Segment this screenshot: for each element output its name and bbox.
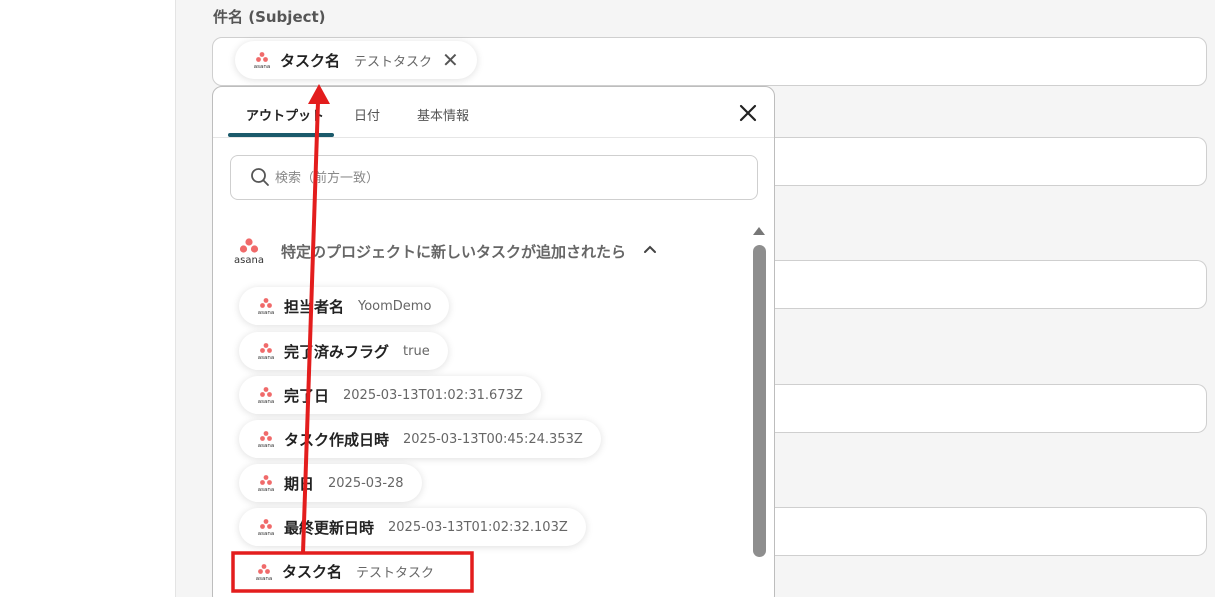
search-input[interactable] (275, 166, 735, 190)
output-item-chip[interactable]: asana 完了日 2025-03-13T01:02:31.673Z (239, 376, 541, 414)
search-icon (251, 168, 269, 186)
subject-field-label: 件名 (Subject) (213, 8, 326, 26)
svg-text:asana: asana (258, 531, 274, 536)
background-input[interactable] (760, 384, 1207, 433)
output-item-chip[interactable]: asana タスク作成日時 2025-03-13T00:45:24.353Z (239, 420, 601, 458)
active-tab-indicator (228, 133, 334, 137)
item-key: タスク名 (282, 563, 343, 581)
item-value: YoomDemo (358, 298, 432, 314)
subject-variable-chip[interactable]: asana タスク名 テストタスク ✕ (235, 41, 477, 79)
close-icon[interactable]: ✕ (442, 50, 459, 70)
scrollbar-thumb[interactable] (753, 245, 766, 557)
chip-key: タスク名 (280, 51, 341, 70)
svg-text:asana: asana (234, 255, 264, 265)
left-rail (0, 0, 176, 597)
tab-bar: アウトプット 日付 基本情報 (213, 87, 774, 138)
item-value: 2025-03-13T00:45:24.353Z (403, 431, 583, 447)
asana-logo-icon: asana (234, 238, 264, 265)
item-value: テストタスク (356, 566, 435, 581)
close-icon[interactable] (737, 102, 759, 124)
chip-value: テストタスク (354, 54, 433, 70)
item-key: タスク作成日時 (284, 430, 390, 449)
output-item-chip[interactable]: asana 期日 2025-03-28 (239, 464, 422, 502)
tab-output[interactable]: アウトプット (246, 105, 324, 124)
svg-text:asana: asana (254, 64, 270, 69)
scroll-up-arrow-icon[interactable] (751, 225, 767, 237)
svg-text:asana: asana (258, 487, 274, 492)
background-input[interactable] (760, 260, 1207, 309)
item-key: 最終更新日時 (284, 518, 375, 537)
item-value: 2025-03-13T01:02:32.103Z (388, 519, 568, 535)
output-item-chip[interactable]: asana 担当者名 YoomDemo (239, 287, 450, 325)
asana-logo-icon: asana (258, 298, 274, 315)
svg-text:asana: asana (258, 443, 274, 448)
svg-text:asana: asana (258, 310, 274, 315)
item-key: 担当者名 (284, 297, 345, 316)
asana-logo-icon: asana (258, 519, 274, 536)
background-input[interactable] (760, 137, 1207, 186)
svg-text:asana: asana (256, 576, 272, 581)
item-key: 完了日 (284, 386, 330, 405)
tab-basic-info[interactable]: 基本情報 (417, 105, 469, 124)
asana-logo-icon: asana (258, 387, 274, 404)
item-value: 2025-03-13T01:02:31.673Z (343, 387, 523, 403)
output-item-chip[interactable]: asana 完了済みフラグ true (239, 332, 448, 370)
item-value: 2025-03-28 (328, 475, 404, 491)
asana-logo-icon: asana (258, 475, 274, 492)
item-value: true (403, 343, 430, 359)
svg-text:asana: asana (258, 355, 274, 360)
tab-date[interactable]: 日付 (354, 105, 380, 124)
output-item-chip-highlighted[interactable]: asana タスク名 テストタスク (237, 554, 452, 589)
item-key: 完了済みフラグ (284, 342, 390, 361)
section-title: 特定のプロジェクトに新しいタスクが追加されたら (281, 243, 627, 261)
item-key: 期日 (284, 474, 315, 493)
background-input[interactable] (760, 507, 1207, 556)
output-item-chip[interactable]: asana 最終更新日時 2025-03-13T01:02:32.103Z (239, 508, 586, 546)
asana-logo-icon: asana (258, 431, 274, 448)
asana-logo-icon: asana (258, 343, 274, 360)
asana-logo-icon: asana (256, 563, 272, 581)
search-field[interactable] (230, 155, 758, 200)
asana-logo-icon: asana (254, 52, 270, 69)
svg-text:asana: asana (258, 399, 274, 404)
chevron-up-icon[interactable] (643, 244, 657, 254)
